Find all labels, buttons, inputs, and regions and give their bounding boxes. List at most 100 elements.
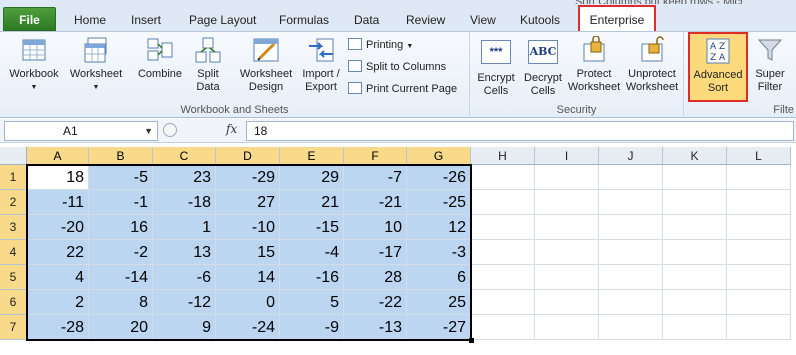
cell-i6[interactable] [535,290,599,315]
tab-page-layout[interactable]: Page Layout [189,9,256,31]
encrypt-cells-button[interactable]: *** Encrypt Cells [472,36,520,98]
cell-f1[interactable]: -7 [344,165,407,190]
cell-f5[interactable]: 28 [344,265,407,290]
cell-l1[interactable] [727,165,791,190]
cell-i7[interactable] [535,315,599,340]
cell-h5[interactable] [471,265,535,290]
split-to-columns-button[interactable]: Split to Columns [348,58,446,76]
column-header-b[interactable]: B [89,147,153,165]
cell-j4[interactable] [599,240,663,265]
fill-handle[interactable] [469,338,474,343]
cell-h1[interactable] [471,165,535,190]
column-header-a[interactable]: A [27,147,89,165]
tab-enterprise[interactable]: Enterprise [578,5,656,31]
cell-a6[interactable]: 2 [27,290,89,315]
cell-e1[interactable]: 29 [280,165,344,190]
cell-h6[interactable] [471,290,535,315]
cell-k3[interactable] [663,215,727,240]
cell-l5[interactable] [727,265,791,290]
cell-a5[interactable]: 4 [27,265,89,290]
cell-l4[interactable] [727,240,791,265]
cell-c2[interactable]: -18 [153,190,216,215]
cell-b5[interactable]: -14 [89,265,153,290]
cell-j3[interactable] [599,215,663,240]
cell-f2[interactable]: -21 [344,190,407,215]
cell-k7[interactable] [663,315,727,340]
tab-file[interactable]: File [3,7,56,31]
tab-formulas[interactable]: Formulas [279,9,329,31]
cell-b3[interactable]: 16 [89,215,153,240]
cell-d5[interactable]: 14 [216,265,280,290]
protect-worksheet-button[interactable]: Protect Worksheet [566,35,622,94]
cell-c6[interactable]: -12 [153,290,216,315]
cell-l2[interactable] [727,190,791,215]
tab-view[interactable]: View [470,9,496,31]
tab-home[interactable]: Home [74,9,106,31]
cell-d6[interactable]: 0 [216,290,280,315]
cell-k6[interactable] [663,290,727,315]
insert-function-icon[interactable]: fx [226,122,237,136]
cell-k5[interactable] [663,265,727,290]
cell-e4[interactable]: -4 [280,240,344,265]
cell-e3[interactable]: -15 [280,215,344,240]
cell-g6[interactable]: 25 [407,290,471,315]
decrypt-cells-button[interactable]: ABC Decrypt Cells [522,36,564,98]
cell-g3[interactable]: 12 [407,215,471,240]
tab-review[interactable]: Review [406,9,445,31]
cell-l7[interactable] [727,315,791,340]
cell-d3[interactable]: -10 [216,215,280,240]
cell-c1[interactable]: 23 [153,165,216,190]
cell-b4[interactable]: -2 [89,240,153,265]
cell-a1[interactable]: 18 [27,165,89,190]
cell-i4[interactable] [535,240,599,265]
cell-l6[interactable] [727,290,791,315]
import-export-button[interactable]: Import / Export [298,36,344,94]
tab-kutools[interactable]: Kutools [520,9,560,31]
select-all-corner[interactable] [0,147,27,165]
cell-k2[interactable] [663,190,727,215]
cell-e5[interactable]: -16 [280,265,344,290]
printing-button[interactable]: Printing ▼ [348,36,413,54]
cell-e6[interactable]: 5 [280,290,344,315]
cell-g4[interactable]: -3 [407,240,471,265]
column-header-j[interactable]: J [599,147,663,165]
cell-k4[interactable] [663,240,727,265]
cancel-icon[interactable] [163,123,177,137]
super-filter-button[interactable]: Super Filter [750,36,790,94]
combine-button[interactable]: Combine [134,36,186,81]
cell-h4[interactable] [471,240,535,265]
cell-h2[interactable] [471,190,535,215]
cell-d1[interactable]: -29 [216,165,280,190]
cell-g2[interactable]: -25 [407,190,471,215]
cell-j2[interactable] [599,190,663,215]
cell-h7[interactable] [471,315,535,340]
column-header-e[interactable]: E [280,147,344,165]
cell-e2[interactable]: 21 [280,190,344,215]
cell-j6[interactable] [599,290,663,315]
column-header-g[interactable]: G [407,147,471,165]
cell-d2[interactable]: 27 [216,190,280,215]
chevron-down-icon[interactable]: ▼ [144,122,153,140]
cell-c4[interactable]: 13 [153,240,216,265]
name-box[interactable]: A1 ▼ [4,121,158,141]
row-header-6[interactable]: 6 [0,290,27,315]
cell-b1[interactable]: -5 [89,165,153,190]
column-header-c[interactable]: C [153,147,216,165]
column-header-i[interactable]: I [535,147,599,165]
cell-c3[interactable]: 1 [153,215,216,240]
cell-j1[interactable] [599,165,663,190]
cell-g1[interactable]: -26 [407,165,471,190]
cell-i1[interactable] [535,165,599,190]
cell-f3[interactable]: 10 [344,215,407,240]
unprotect-worksheet-button[interactable]: Unprotect Worksheet [624,36,680,94]
cell-g7[interactable]: -27 [407,315,471,340]
cell-f4[interactable]: -17 [344,240,407,265]
cell-d4[interactable]: 15 [216,240,280,265]
workbook-button[interactable]: Workbook ▼ [4,36,64,94]
cell-d7[interactable]: -24 [216,315,280,340]
cell-a2[interactable]: -11 [27,190,89,215]
worksheet-design-button[interactable]: Worksheet Design [236,36,296,94]
column-header-l[interactable]: L [727,147,791,165]
cell-g5[interactable]: 6 [407,265,471,290]
row-header-7[interactable]: 7 [0,315,27,340]
